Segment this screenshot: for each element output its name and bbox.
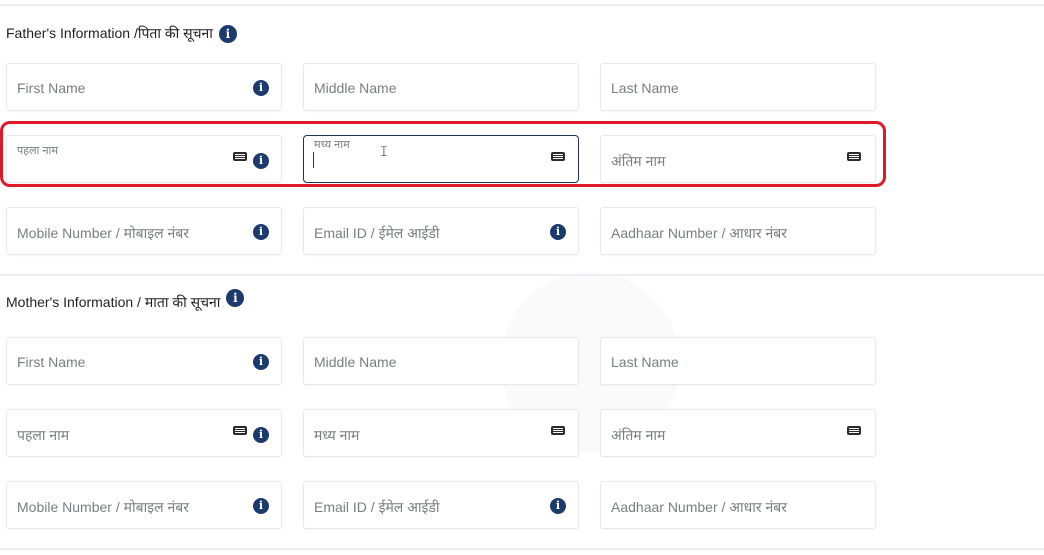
mother-aadhaar-field[interactable]: Aadhaar Number / आधार नंबर <box>600 481 876 529</box>
mother-first-name-hindi-placeholder: पहला नाम <box>17 427 70 443</box>
info-icon[interactable]: i <box>550 498 566 514</box>
father-email-field[interactable]: Email ID / ईमेल आईडी i <box>303 207 579 255</box>
father-middle-name-placeholder: Middle Name <box>314 80 397 96</box>
father-last-name-placeholder: Last Name <box>611 80 679 96</box>
father-aadhaar-field[interactable]: Aadhaar Number / आधार नंबर <box>600 207 876 255</box>
father-aadhaar-placeholder: Aadhaar Number / आधार नंबर <box>611 225 787 241</box>
father-first-name-field[interactable]: First Name i <box>6 63 282 111</box>
mother-middle-name-placeholder: Middle Name <box>314 354 397 370</box>
mother-email-placeholder: Email ID / ईमेल आईडी <box>314 499 440 515</box>
father-first-name-placeholder: First Name <box>17 80 86 96</box>
mother-first-name-placeholder: First Name <box>17 354 86 370</box>
mother-last-name-field[interactable]: Last Name <box>600 337 876 385</box>
mother-middle-name-field[interactable]: Middle Name <box>303 337 579 385</box>
mother-first-name-hindi-field[interactable]: पहला नाम i <box>6 409 282 457</box>
info-icon[interactable]: i <box>253 354 269 370</box>
info-icon[interactable]: i <box>550 224 566 240</box>
mother-title-text: Mother's Information / माता की सूचना <box>6 294 221 310</box>
section-divider <box>0 274 1044 276</box>
bottom-divider <box>0 548 1044 550</box>
father-section-title: Father's Information /पिता की सूचना i <box>6 24 237 43</box>
father-mobile-field[interactable]: Mobile Number / मोबाइल नंबर i <box>6 207 282 255</box>
info-icon[interactable]: i <box>226 288 245 307</box>
mother-mobile-placeholder: Mobile Number / मोबाइल नंबर <box>17 499 189 515</box>
father-title-text: Father's Information /पिता की सूचना <box>6 25 213 41</box>
mother-mobile-field[interactable]: Mobile Number / मोबाइल नंबर i <box>6 481 282 529</box>
mother-last-name-hindi-field[interactable]: अंतिम नाम <box>600 409 876 457</box>
info-icon[interactable]: i <box>253 224 269 240</box>
father-mobile-placeholder: Mobile Number / मोबाइल नंबर <box>17 225 189 241</box>
mother-first-name-field[interactable]: First Name i <box>6 337 282 385</box>
keyboard-icon[interactable] <box>847 426 861 435</box>
father-last-name-field[interactable]: Last Name <box>600 63 876 111</box>
mother-aadhaar-placeholder: Aadhaar Number / आधार नंबर <box>611 499 787 515</box>
mother-last-name-placeholder: Last Name <box>611 354 679 370</box>
mother-middle-name-hindi-field[interactable]: मध्य नाम <box>303 409 579 457</box>
info-icon[interactable]: i <box>253 427 269 443</box>
info-icon[interactable]: i <box>253 498 269 514</box>
mother-last-name-hindi-placeholder: अंतिम नाम <box>611 427 666 443</box>
top-divider <box>0 4 1044 6</box>
highlight-box <box>0 121 886 187</box>
mother-email-field[interactable]: Email ID / ईमेल आईडी i <box>303 481 579 529</box>
info-icon[interactable]: i <box>253 80 269 96</box>
keyboard-icon[interactable] <box>551 426 565 435</box>
father-email-placeholder: Email ID / ईमेल आईडी <box>314 225 440 241</box>
mother-middle-name-hindi-placeholder: मध्य नाम <box>314 427 360 443</box>
mother-section-title: Mother's Information / माता की सूचना i <box>6 288 245 312</box>
father-middle-name-field[interactable]: Middle Name <box>303 63 579 111</box>
info-icon[interactable]: i <box>218 24 237 43</box>
keyboard-icon[interactable] <box>233 426 247 435</box>
